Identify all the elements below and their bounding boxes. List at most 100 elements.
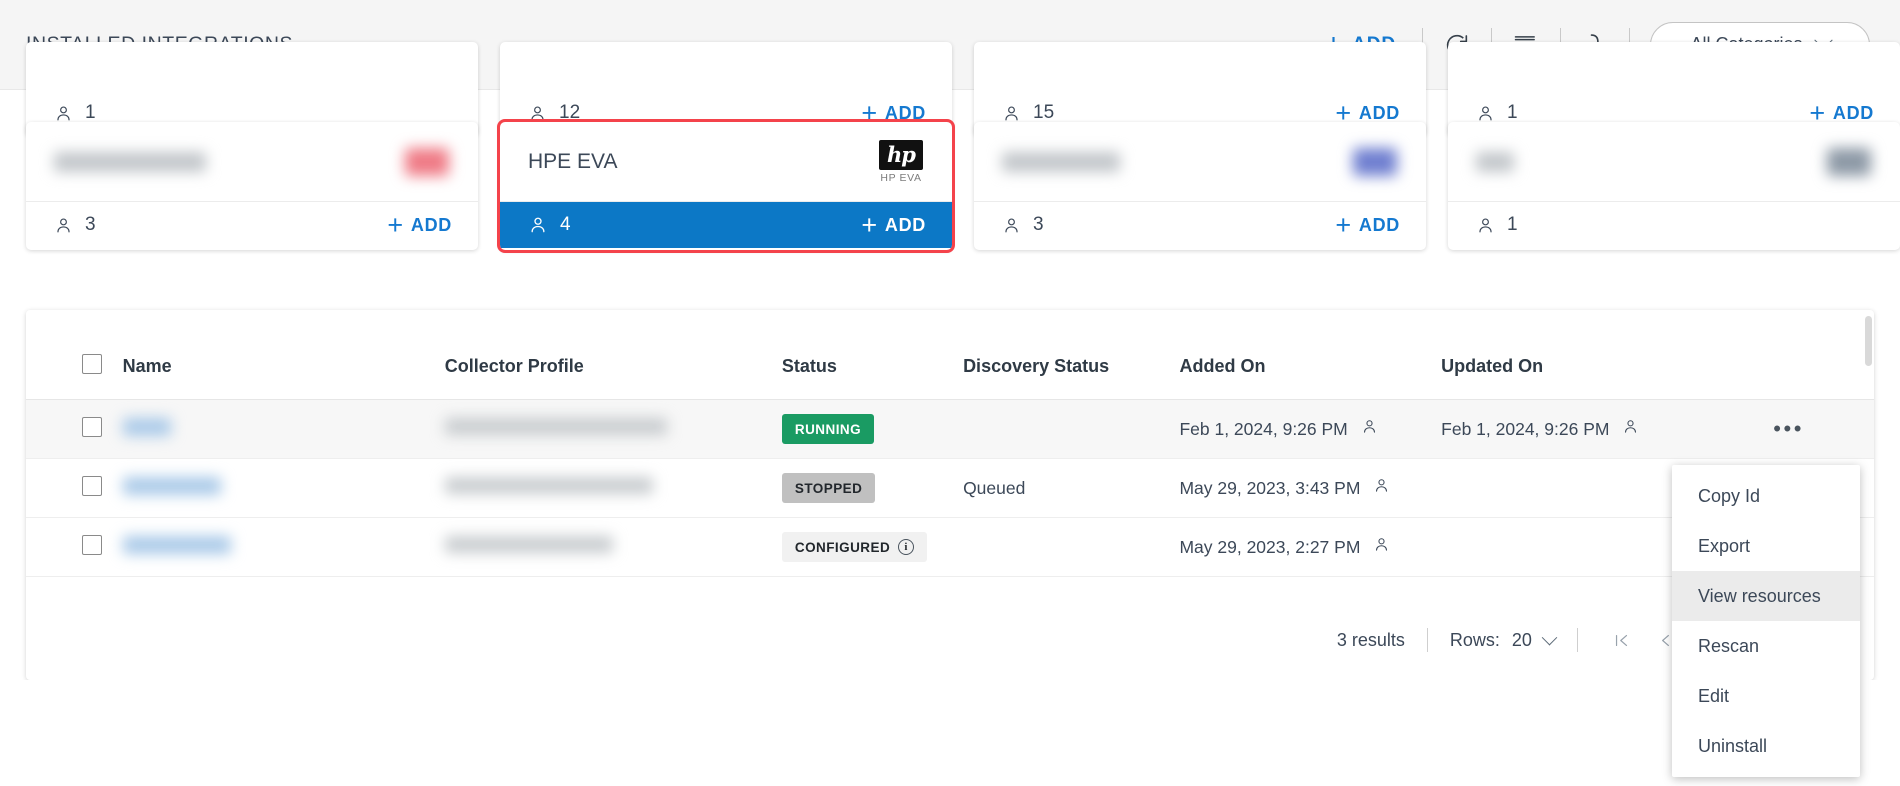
person-icon: [528, 215, 548, 235]
page-footer-area: [0, 680, 1900, 786]
card-instance-count-value: 3: [1033, 214, 1044, 236]
card-title-redacted: [54, 152, 206, 172]
cell-collector-profile: [445, 459, 782, 518]
column-header-collector-profile[interactable]: Collector Profile: [445, 310, 782, 400]
card-instance-count-value: 1: [1507, 102, 1518, 124]
card-header: [26, 122, 478, 202]
card-add-button[interactable]: + ADD: [387, 212, 452, 239]
column-header-added-on[interactable]: Added On: [1179, 310, 1441, 400]
plus-icon: +: [387, 212, 403, 239]
column-header-status[interactable]: Status: [782, 310, 963, 400]
row-select-cell: [26, 459, 123, 518]
row-checkbox[interactable]: [82, 535, 102, 555]
pagination-divider: [1427, 628, 1428, 652]
pagination-bar: 3 results Rows: 20 Page: [26, 600, 1874, 680]
info-icon[interactable]: i: [898, 539, 914, 555]
column-header-name[interactable]: Name: [123, 310, 445, 400]
integration-card[interactable]: 3 + ADD: [974, 122, 1426, 250]
row-actions-menu-button[interactable]: •••: [1773, 416, 1804, 441]
card-logo: [1820, 138, 1878, 186]
cell-status: CONFIGURED i: [782, 518, 963, 577]
card-instance-count: 12: [528, 102, 580, 124]
card-body: [1448, 42, 1900, 90]
hp-logo-text: hp: [887, 144, 915, 165]
cell-collector-profile: [445, 518, 782, 577]
cell-added-on: May 29, 2023, 3:43 PM: [1179, 459, 1441, 518]
plus-icon: +: [861, 212, 877, 239]
card-instance-count: 1: [1476, 214, 1518, 236]
card-title-redacted: [1476, 152, 1514, 172]
vendor-logo-icon: [405, 148, 449, 176]
rows-per-page-value: 20: [1512, 630, 1532, 651]
card-body: [26, 42, 478, 90]
collector-profile-redacted: [445, 418, 667, 435]
card-instance-count-value: 3: [85, 214, 96, 236]
integration-card-hpe-eva[interactable]: HPE EVA hp HP EVA: [500, 122, 952, 250]
context-menu-item-uninstall[interactable]: Uninstall: [1672, 721, 1860, 771]
integration-card[interactable]: 3 + ADD: [26, 122, 478, 250]
card-instance-count: 3: [54, 214, 96, 236]
table-row[interactable]: STOPPED Queued May 29, 2023, 3:43 PM: [26, 459, 1874, 518]
person-icon: [1002, 216, 1021, 235]
cell-name[interactable]: [123, 518, 445, 577]
cell-updated-on: Feb 1, 2024, 9:26 PM: [1441, 400, 1773, 459]
panel-scrollbar[interactable]: [1865, 316, 1872, 366]
card-instance-count-value: 4: [560, 214, 571, 236]
card-add-label: ADD: [1359, 103, 1400, 124]
person-icon: [528, 104, 547, 123]
rows-per-page-dropdown[interactable]: Rows: 20: [1450, 630, 1555, 651]
card-instance-count: 3: [1002, 214, 1044, 236]
hp-logo-icon: hp: [879, 140, 923, 170]
chevron-down-icon: [1542, 629, 1558, 645]
card-footer: 3 + ADD: [26, 202, 478, 248]
card-add-button[interactable]: + ADD: [861, 212, 926, 239]
card-add-label: ADD: [1833, 103, 1874, 124]
card-title: HPE EVA: [528, 150, 617, 174]
card-logo: hp HP EVA: [872, 138, 930, 186]
card-body: [974, 42, 1426, 90]
table-body: RUNNING Feb 1, 2024, 9:26 PM: [26, 400, 1874, 577]
column-header-updated-on[interactable]: Updated On: [1441, 310, 1773, 400]
cell-name[interactable]: [123, 400, 445, 459]
context-menu-item-rescan[interactable]: Rescan: [1672, 621, 1860, 671]
column-header-discovery-status[interactable]: Discovery Status: [963, 310, 1179, 400]
card-instance-count-value: 1: [1507, 214, 1518, 236]
instances-table: Name Collector Profile Status Discovery …: [26, 310, 1874, 577]
pagination-divider: [1577, 628, 1578, 652]
integration-card-row-main: 3 + ADD HPE EVA hp HP EVA: [26, 122, 1900, 250]
card-instance-count: 4: [528, 214, 571, 236]
added-on-value: May 29, 2023, 3:43 PM: [1179, 478, 1360, 499]
card-instance-count: 1: [54, 102, 96, 124]
context-menu-item-export[interactable]: Export: [1672, 521, 1860, 571]
card-add-label: ADD: [885, 103, 926, 124]
first-page-button[interactable]: [1600, 620, 1644, 660]
cell-discovery-status: Queued: [963, 459, 1179, 518]
column-header-actions: [1773, 310, 1874, 400]
plus-icon: +: [1335, 212, 1351, 239]
person-icon: [54, 104, 73, 123]
integration-card[interactable]: 1: [1448, 122, 1900, 250]
card-header: [974, 122, 1426, 202]
card-header: [1448, 122, 1900, 202]
added-on-value: Feb 1, 2024, 9:26 PM: [1179, 419, 1347, 440]
person-icon: [1476, 216, 1495, 235]
row-checkbox[interactable]: [82, 476, 102, 496]
card-add-label: ADD: [885, 215, 926, 236]
card-footer: 1: [1448, 202, 1900, 248]
card-add-label: ADD: [1359, 215, 1400, 236]
context-menu-item-copy-id[interactable]: Copy Id: [1672, 471, 1860, 521]
context-menu-item-view-resources[interactable]: View resources: [1672, 571, 1860, 621]
card-logo: [398, 138, 456, 186]
context-menu-item-edit[interactable]: Edit: [1672, 671, 1860, 721]
user-icon: [1373, 536, 1390, 558]
collector-profile-redacted: [445, 477, 653, 494]
column-select-all: [26, 310, 123, 400]
cell-name[interactable]: [123, 459, 445, 518]
table-row[interactable]: RUNNING Feb 1, 2024, 9:26 PM: [26, 400, 1874, 459]
table-row[interactable]: CONFIGURED i May 29, 2023, 2:27 PM: [26, 518, 1874, 577]
row-checkbox[interactable]: [82, 417, 102, 437]
card-logo: [1346, 138, 1404, 186]
card-add-button[interactable]: + ADD: [1335, 212, 1400, 239]
select-all-checkbox[interactable]: [82, 354, 102, 374]
vendor-logo-icon: [1827, 148, 1871, 176]
